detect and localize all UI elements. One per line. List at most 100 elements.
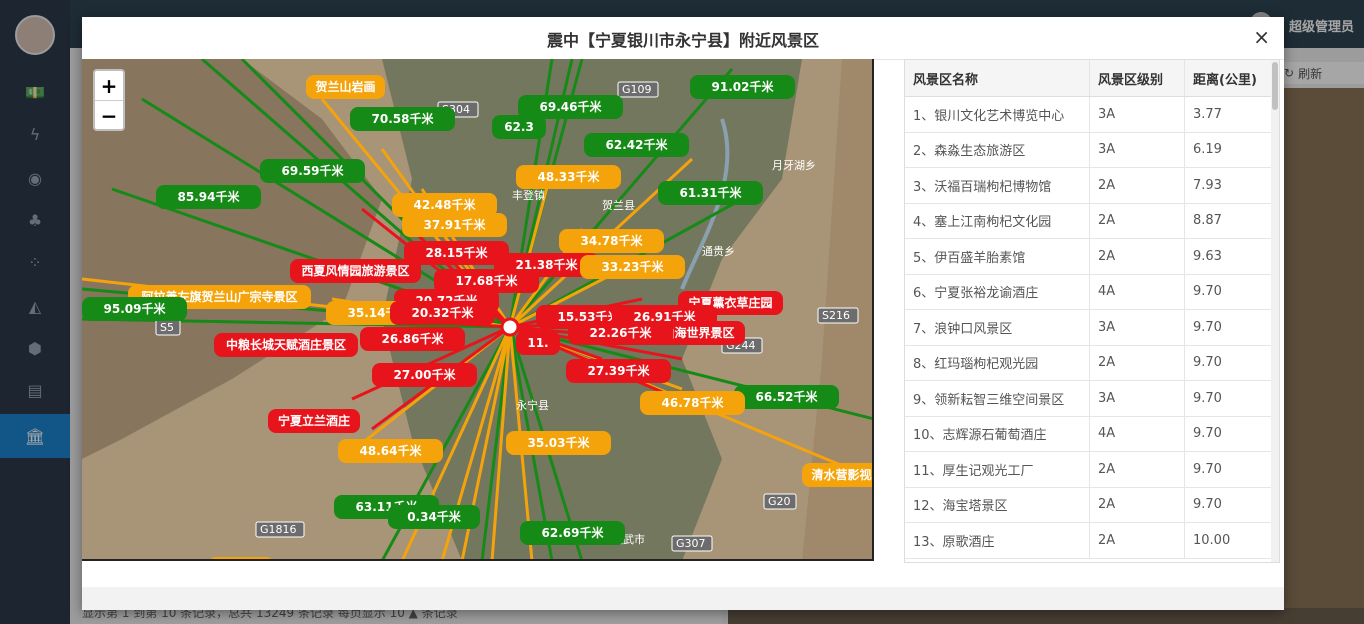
distance-label: 11. — [527, 336, 548, 350]
column-header-level[interactable]: 风景区级别 — [1089, 60, 1185, 97]
cell-level: 2A — [1089, 451, 1185, 488]
table-row[interactable]: 4、塞上江南枸杞文化园 2A 8.87 — [905, 203, 1273, 239]
distance-label: 66.52千米 — [756, 389, 819, 404]
cell-distance: 8.87 — [1184, 203, 1273, 239]
cell-name: 5、伊百盛羊胎素馆 — [905, 238, 1090, 275]
cell-name: 6、宁夏张裕龙谕酒庄 — [905, 274, 1090, 310]
cell-distance: 9.70 — [1184, 451, 1273, 488]
epicenter-marker — [500, 317, 520, 337]
cell-name: 4、塞上江南枸杞文化园 — [905, 203, 1090, 239]
distance-label: 26.86千米 — [382, 331, 445, 346]
cell-name: 11、厚生记观光工厂 — [905, 451, 1090, 488]
distance-label: 0.34千米 — [407, 509, 462, 524]
distance-label: 28.15千米 — [426, 245, 489, 260]
column-header-name[interactable]: 风景区名称 — [905, 60, 1090, 97]
distance-label: 37.91千米 — [424, 217, 487, 232]
cell-name: 2、森淼生态旅游区 — [905, 132, 1090, 168]
distance-label: 贺兰山岩画 — [314, 79, 375, 94]
cell-name: 8、红玛瑙枸杞观光园 — [905, 345, 1090, 381]
distance-label: 95.09千米 — [104, 301, 167, 316]
scenic-modal: 震中【宁夏银川市永宁县】附近风景区 × S304 G109 S5 G244 G20 G18… — [82, 17, 1284, 610]
distance-label: 61.31千米 — [680, 185, 743, 200]
place-label: 通贵乡 — [702, 245, 735, 258]
table-row[interactable]: 10、志辉源石葡萄酒庄 4A 9.70 — [905, 416, 1273, 452]
distance-label: 35.03千米 — [528, 435, 591, 450]
distance-label: 27.00千米 — [394, 367, 457, 382]
place-label: G307 — [676, 537, 706, 550]
distance-label: 70.58千米 — [372, 111, 435, 126]
cell-level: 2A — [1089, 487, 1185, 523]
table-row[interactable]: 7、浪钟口风景区 3A 9.70 — [905, 309, 1273, 346]
epicenter-map[interactable]: S304 G109 S5 G244 G20 G1816 G307 S216 丰登镇 贺兰县 通贵乡月… — [82, 59, 874, 561]
close-icon[interactable]: × — [1253, 27, 1270, 47]
column-header-distance[interactable]: 距离(公里) — [1184, 60, 1273, 97]
distance-label: 62.69千米 — [542, 525, 605, 540]
place-label: S5 — [160, 321, 174, 334]
cell-distance: 6.19 — [1184, 132, 1273, 168]
distance-label: 85.94千米 — [178, 189, 241, 204]
cell-distance: 9.63 — [1184, 238, 1273, 275]
cell-name: 13、原歌酒庄 — [905, 522, 1090, 559]
table-header-row: 风景区名称 风景区级别 距离(公里) — [905, 60, 1273, 97]
zoom-in-button[interactable]: + — [95, 71, 123, 101]
scrollbar-thumb[interactable] — [1272, 62, 1278, 110]
cell-level: 4A — [1089, 274, 1185, 310]
distance-label: 62.42千米 — [606, 137, 669, 152]
cell-distance: 9.70 — [1184, 309, 1273, 346]
distance-label: 中粮长城天赋酒庄景区 — [226, 337, 346, 352]
distance-label: 42.48千米 — [414, 197, 477, 212]
cell-level: 3A — [1089, 309, 1185, 346]
distance-label: 27.39千米 — [588, 363, 651, 378]
distance-label: 69.59千米 — [282, 163, 345, 178]
table-row[interactable]: 12、海宝塔景区 2A 9.70 — [905, 487, 1273, 523]
distance-label: 46.78千米 — [662, 395, 725, 410]
distance-label-bg — [210, 557, 272, 559]
cell-distance: 9.70 — [1184, 416, 1273, 452]
table-row[interactable]: 9、领新耘智三维空间景区 3A 9.70 — [905, 380, 1273, 417]
cell-name: 7、浪钟口风景区 — [905, 309, 1090, 346]
table-row[interactable]: 5、伊百盛羊胎素馆 2A 9.63 — [905, 238, 1273, 275]
cell-name: 1、银川文化艺术博览中心 — [905, 96, 1090, 133]
cell-distance: 10.00 — [1184, 522, 1273, 559]
place-label: G1816 — [260, 523, 297, 536]
modal-footer — [82, 587, 1284, 610]
table-row[interactable]: 13、原歌酒庄 2A 10.00 — [905, 522, 1273, 559]
table-row[interactable]: 2、森淼生态旅游区 3A 6.19 — [905, 132, 1273, 168]
modal-header: 震中【宁夏银川市永宁县】附近风景区 × — [82, 17, 1284, 60]
cell-distance: 9.70 — [1184, 345, 1273, 381]
cell-level: 2A — [1089, 167, 1185, 204]
cell-level: 2A — [1089, 345, 1185, 381]
distance-label: 33.23千米 — [602, 259, 665, 274]
cell-distance: 3.77 — [1184, 96, 1273, 133]
table-row[interactable]: 11、厚生记观光工厂 2A 9.70 — [905, 451, 1273, 488]
place-label: 永宁县 — [516, 398, 549, 412]
table-row[interactable]: 3、沃福百瑞枸杞博物馆 2A 7.93 — [905, 167, 1273, 204]
cell-name: 10、志辉源石葡萄酒庄 — [905, 416, 1090, 452]
cell-distance: 7.93 — [1184, 167, 1273, 204]
zoom-out-button[interactable]: − — [95, 101, 123, 130]
distance-label: 62.3 — [504, 120, 534, 134]
cell-name: 9、领新耘智三维空间景区 — [905, 380, 1090, 417]
cell-level: 3A — [1089, 132, 1185, 168]
place-label: 贺兰县 — [602, 199, 635, 212]
place-label: S216 — [822, 309, 850, 322]
distance-label: 宁夏立兰酒庄 — [278, 413, 350, 428]
distance-label: 91.02千米 — [712, 79, 775, 94]
place-label: 丰登镇 — [512, 188, 545, 202]
cell-distance: 9.70 — [1184, 487, 1273, 523]
table-row[interactable]: 1、银川文化艺术博览中心 3A 3.77 — [905, 96, 1273, 133]
distance-label: 清水营影视 — [811, 467, 871, 482]
cell-distance: 9.70 — [1184, 380, 1273, 417]
table-row[interactable]: 8、红玛瑙枸杞观光园 2A 9.70 — [905, 345, 1273, 381]
cell-level: 3A — [1089, 380, 1185, 417]
cell-level: 2A — [1089, 522, 1185, 559]
distance-label: 34.78千米 — [581, 233, 644, 248]
place-label: G109 — [622, 83, 652, 96]
distance-label: 48.64千米 — [360, 443, 423, 458]
map-canvas[interactable]: S304G109S5G244G20G1816G307S216丰登镇贺兰县通贵乡月… — [82, 59, 874, 561]
distance-label: 22.26千米 — [590, 325, 653, 340]
distance-label: 48.33千米 — [538, 169, 601, 184]
place-label: 月牙湖乡 — [772, 159, 816, 172]
table-row[interactable]: 6、宁夏张裕龙谕酒庄 4A 9.70 — [905, 274, 1273, 310]
table-scrollbar[interactable] — [1271, 60, 1279, 562]
